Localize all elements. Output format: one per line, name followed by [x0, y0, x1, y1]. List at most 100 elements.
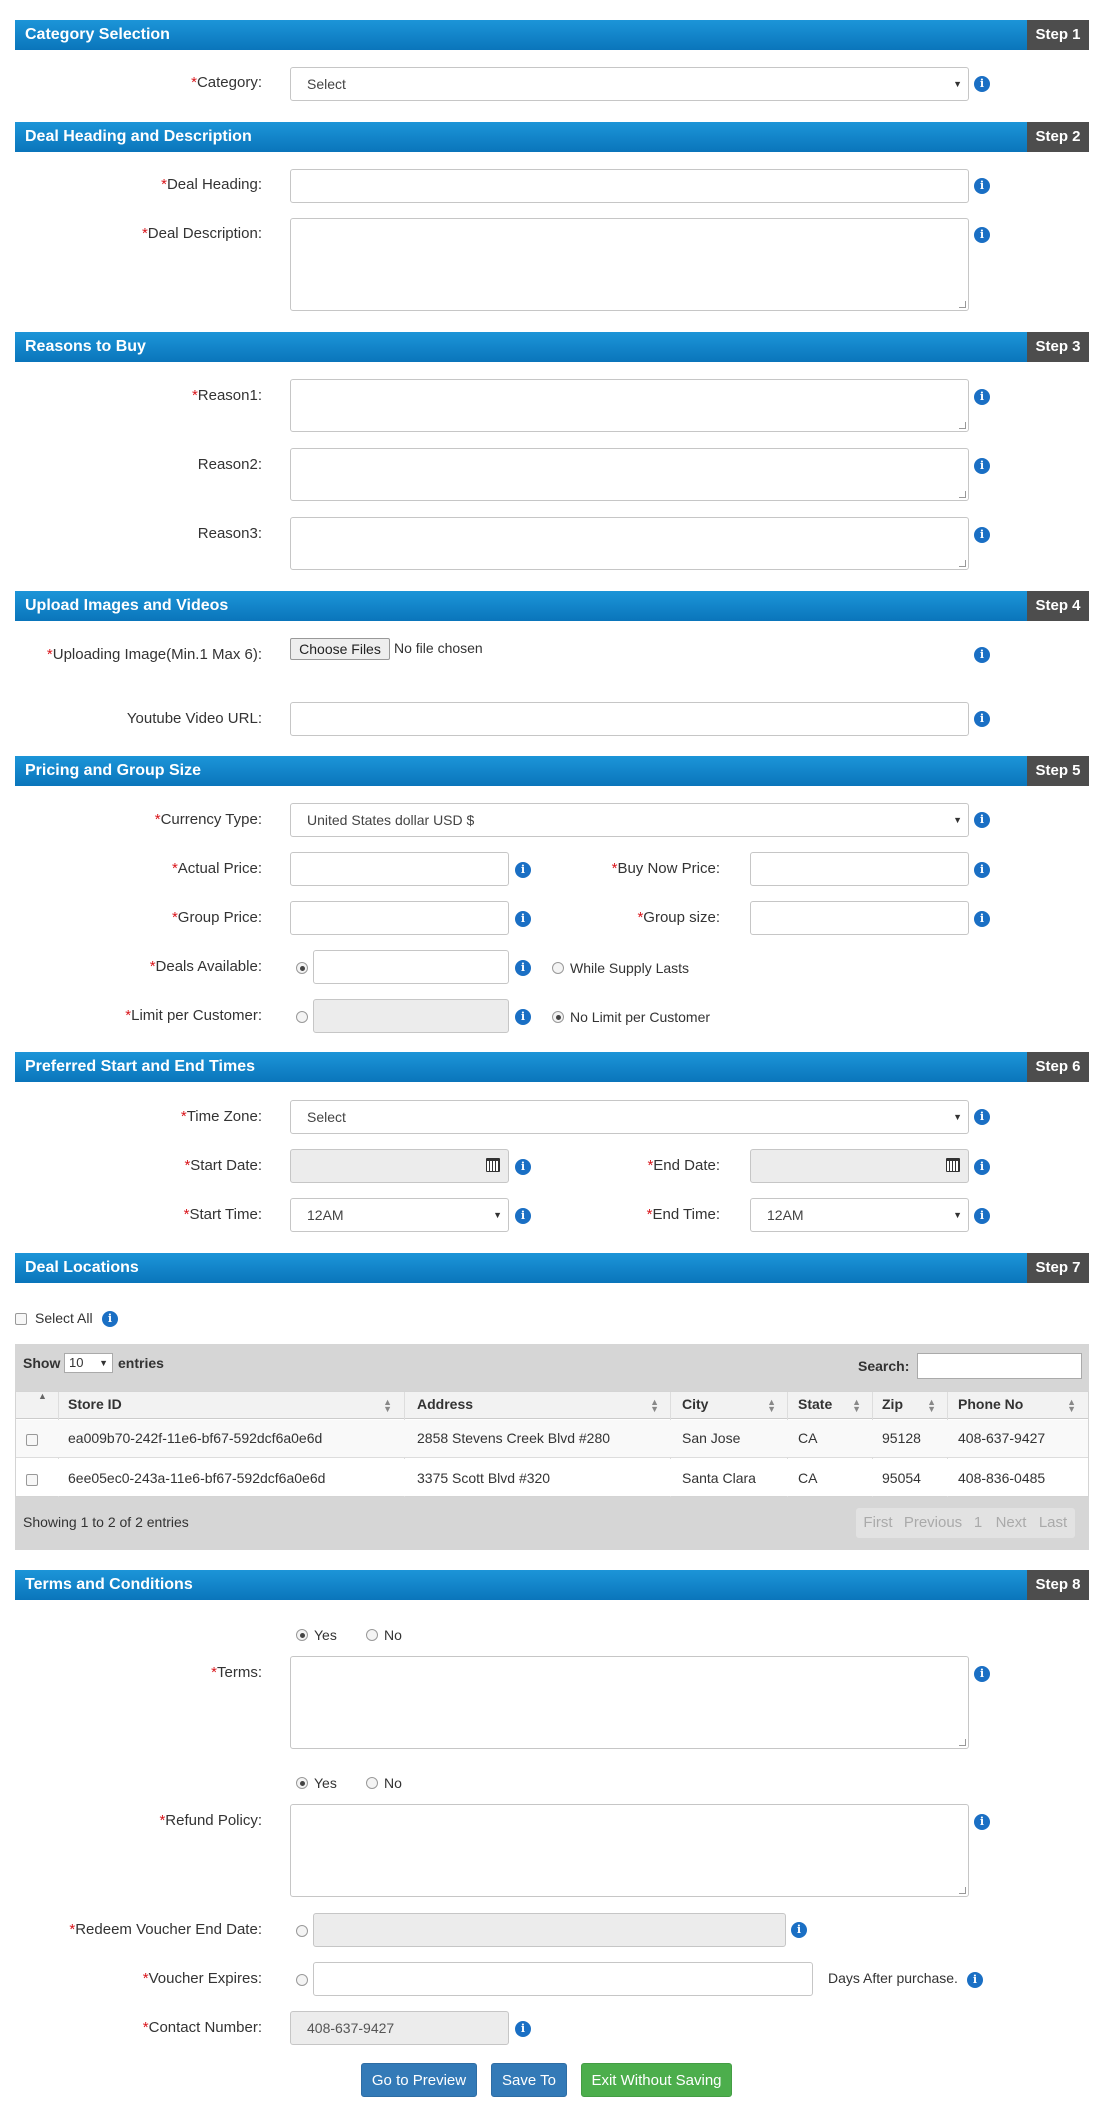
redeem-voucher-label: *Redeem Voucher End Date:: [69, 1921, 262, 1938]
category-select[interactable]: Select ▼: [290, 67, 969, 101]
search-input[interactable]: [917, 1353, 1082, 1379]
row-checkbox[interactable]: [26, 1434, 38, 1446]
reason3-textarea[interactable]: [290, 517, 969, 570]
info-icon[interactable]: i: [974, 178, 990, 194]
info-icon[interactable]: i: [974, 527, 990, 543]
pager-previous[interactable]: Previous: [901, 1508, 965, 1538]
go-to-preview-button[interactable]: Go to Preview: [361, 2063, 477, 2097]
info-icon[interactable]: i: [974, 1109, 990, 1125]
currency-type-label: *Currency Type:: [154, 811, 262, 828]
refund-policy-textarea[interactable]: [290, 1804, 969, 1897]
buy-now-price-input[interactable]: [750, 852, 969, 886]
info-icon[interactable]: i: [515, 2021, 531, 2037]
deal-heading-label: *Deal Heading:: [161, 176, 262, 193]
calendar-icon[interactable]: [946, 1158, 960, 1172]
info-icon[interactable]: i: [974, 458, 990, 474]
redeem-voucher-radio[interactable]: [296, 1925, 308, 1937]
step-2-header: Deal Heading and Description Step 2: [15, 122, 1089, 152]
refund-no-radio[interactable]: [366, 1777, 378, 1789]
col-phone[interactable]: Phone No ▲ ▼: [958, 1396, 1082, 1414]
save-to-button[interactable]: Save To: [491, 2063, 567, 2097]
info-icon[interactable]: i: [791, 1922, 807, 1938]
info-icon[interactable]: i: [515, 1009, 531, 1025]
info-icon[interactable]: i: [974, 389, 990, 405]
info-icon[interactable]: i: [974, 812, 990, 828]
info-icon[interactable]: i: [974, 76, 990, 92]
limit-per-customer-input[interactable]: [313, 999, 509, 1033]
row-checkbox[interactable]: [26, 1474, 38, 1486]
while-supply-lasts-radio[interactable]: [552, 962, 564, 974]
reason2-textarea[interactable]: [290, 448, 969, 501]
show-label: Show: [23, 1355, 61, 1371]
section-title: Reasons to Buy: [25, 338, 146, 355]
section-title: Category Selection: [25, 26, 170, 43]
sort-icon[interactable]: ▲: [38, 1391, 47, 1401]
end-date-input[interactable]: [750, 1149, 969, 1183]
info-icon[interactable]: i: [974, 227, 990, 243]
reason1-label: *Reason1:: [191, 387, 262, 404]
col-zip[interactable]: Zip ▲ ▼: [882, 1396, 942, 1414]
end-time-label: *End Time:: [646, 1206, 720, 1223]
step-3-header: Reasons to Buy Step 3: [15, 332, 1089, 362]
terms-yes-radio[interactable]: [296, 1629, 308, 1641]
start-date-label: *Start Date:: [184, 1157, 262, 1174]
cell-city: San Jose: [682, 1430, 741, 1446]
end-date-label: *End Date:: [647, 1157, 720, 1174]
contact-number-input[interactable]: 408-637-9427: [290, 2011, 509, 2045]
end-time-select[interactable]: 12AM ▼: [750, 1198, 969, 1232]
step-badge: Step 3: [1027, 332, 1089, 362]
info-icon[interactable]: i: [974, 1814, 990, 1830]
terms-no-radio[interactable]: [366, 1629, 378, 1641]
choose-files-button[interactable]: Choose Files: [290, 638, 390, 660]
refund-yes-radio[interactable]: [296, 1777, 308, 1789]
youtube-url-input[interactable]: [290, 702, 969, 736]
voucher-expires-input[interactable]: [313, 1962, 813, 1996]
info-icon[interactable]: i: [974, 1208, 990, 1224]
step-badge: Step 7: [1027, 1253, 1089, 1283]
currency-select[interactable]: United States dollar USD $ ▼: [290, 803, 969, 837]
step-5-header: Pricing and Group Size Step 5: [15, 756, 1089, 786]
info-icon[interactable]: i: [974, 862, 990, 878]
file-status: No file chosen: [394, 640, 483, 656]
col-address[interactable]: Address ▲ ▼: [417, 1396, 665, 1414]
dropdown-arrow-icon: ▼: [953, 1210, 962, 1220]
info-icon[interactable]: i: [967, 1972, 983, 1988]
time-zone-select[interactable]: Select ▼: [290, 1100, 969, 1134]
contact-number-label: *Contact Number:: [142, 2019, 262, 2036]
pager-next[interactable]: Next: [991, 1508, 1031, 1538]
terms-textarea[interactable]: [290, 1656, 969, 1749]
no-limit-radio[interactable]: [552, 1011, 564, 1023]
info-icon[interactable]: i: [974, 1666, 990, 1682]
deal-description-textarea[interactable]: [290, 218, 969, 311]
pager-last[interactable]: Last: [1033, 1508, 1073, 1538]
deals-available-radio[interactable]: [296, 962, 308, 974]
pager-page-1[interactable]: 1: [968, 1508, 988, 1538]
deals-available-input[interactable]: [313, 950, 509, 984]
col-store-id[interactable]: Store ID ▲ ▼: [68, 1396, 398, 1414]
reason1-textarea[interactable]: [290, 379, 969, 432]
info-icon[interactable]: i: [974, 711, 990, 727]
group-size-input[interactable]: [750, 901, 969, 935]
section-title: Terms and Conditions: [25, 1576, 193, 1593]
info-icon[interactable]: i: [974, 1159, 990, 1175]
info-icon[interactable]: i: [515, 960, 531, 976]
limit-per-customer-radio[interactable]: [296, 1011, 308, 1023]
pager-first[interactable]: First: [858, 1508, 898, 1538]
deal-heading-input[interactable]: [290, 169, 969, 203]
info-icon[interactable]: i: [974, 911, 990, 927]
voucher-expires-radio[interactable]: [296, 1974, 308, 1986]
entries-select[interactable]: 10 ▼: [64, 1353, 113, 1373]
cell-state: CA: [798, 1430, 818, 1446]
info-icon[interactable]: i: [102, 1311, 118, 1327]
select-all-checkbox[interactable]: [15, 1313, 27, 1325]
col-city[interactable]: City ▲ ▼: [682, 1396, 782, 1414]
step-7-header: Deal Locations Step 7: [15, 1253, 1089, 1283]
exit-without-saving-button[interactable]: Exit Without Saving: [581, 2063, 732, 2097]
buy-now-price-label: *Buy Now Price:: [611, 860, 720, 877]
col-state[interactable]: State ▲ ▼: [798, 1396, 867, 1414]
step-6-header: Preferred Start and End Times Step 6: [15, 1052, 1089, 1082]
days-after-purchase-label: Days After purchase.: [828, 1970, 958, 1986]
upload-image-label: *Uploading Image(Min.1 Max 6):: [46, 646, 262, 663]
redeem-voucher-input[interactable]: [313, 1913, 786, 1947]
info-icon[interactable]: i: [974, 647, 990, 663]
